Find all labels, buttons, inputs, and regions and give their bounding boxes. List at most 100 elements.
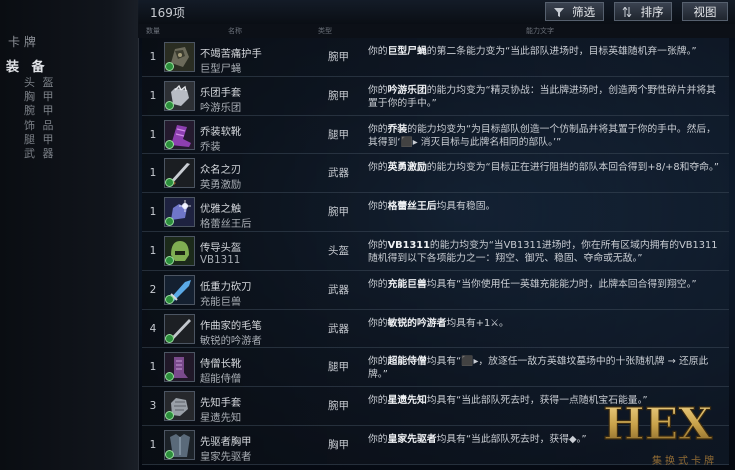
sort-icon <box>622 6 635 19</box>
sidebar-item-helmet[interactable]: 头 盔 <box>24 76 56 90</box>
sidebar-item-trinket[interactable]: 饰 品 <box>24 119 56 133</box>
hex-logo: HEX <box>597 393 721 453</box>
gem-socket-icon <box>165 449 174 459</box>
item-target-card: 巨型尸蝇 <box>200 63 242 75</box>
list-item[interactable]: 1 乔装软靴 乔装 腿甲 你的乔装的能力均变为“为目标部队创造一个仿制品并将其置于你的手… <box>142 115 729 155</box>
desc-text: 均具有“当你使用任一英雄充能能力时，此牌本回合得到翔空。” <box>426 278 697 290</box>
view-label: 视图 <box>693 5 717 19</box>
desc-card-name: VB1311 <box>387 239 430 251</box>
column-header: 数量 名称 类型 能力文字 <box>138 24 735 38</box>
list-item[interactable]: 4 作曲家的毛笔 敏锐的吟游者 武器 你的敏锐的吟游者均具有+1⚔。 <box>142 309 729 349</box>
item-quantity: 4 <box>149 322 157 335</box>
item-name: 乐团手套 <box>200 86 242 99</box>
desc-card-name: 星遗先知 <box>387 395 427 407</box>
brush-icon[interactable] <box>164 313 195 344</box>
item-quantity: 2 <box>149 283 157 296</box>
item-name: 先驱者胸甲 <box>200 435 252 448</box>
desc-text: 的能力均变为“目标正在进行阻挡的部队本回合得到+8/+8和夺命。” <box>426 162 719 174</box>
item-target-card: 乔装 <box>200 140 221 153</box>
item-description: 你的格蕾丝王后均具有稳固。 <box>368 200 720 213</box>
desc-prefix: 你的 <box>368 162 388 174</box>
sidebar: 卡 牌 装 备 头 盔 胸 甲 腕 甲 饰 品 腿 甲 武 器 <box>0 0 139 470</box>
column-slot[interactable]: 类型 <box>318 26 332 36</box>
logo-text: HEX <box>603 399 713 450</box>
item-target-card: 超能侍僧 <box>200 373 242 386</box>
item-quantity: 1 <box>149 89 157 102</box>
column-desc[interactable]: 能力文字 <box>526 26 554 36</box>
gem-socket-icon <box>165 100 174 110</box>
desc-card-name: 吟游乐团 <box>387 84 427 96</box>
item-name: 侍僧长靴 <box>200 358 242 371</box>
gem-socket-icon <box>165 333 174 343</box>
desc-card-name: 巨型尸蝇 <box>387 46 427 57</box>
sidebar-item-chest[interactable]: 胸 甲 <box>24 90 56 104</box>
sidebar-item-legs[interactable]: 腿 甲 <box>24 133 56 147</box>
item-target-card: 格蕾丝王后 <box>200 218 252 231</box>
boots-icon[interactable] <box>164 119 195 150</box>
sidebar-category-list: 头 盔 胸 甲 腕 甲 饰 品 腿 甲 武 器 <box>24 76 56 161</box>
desc-prefix: 你的 <box>368 46 388 57</box>
chestplate-icon[interactable] <box>164 429 195 460</box>
result-count: 169项 <box>150 6 185 20</box>
item-target-card: 敏锐的吟游者 <box>200 334 262 347</box>
desc-prefix: 你的 <box>368 317 388 329</box>
desc-text: 的能力均变为“为目标部队创造一个仿制品并将其置于你的手中。然后，其得到‘⬛▸ 消… <box>368 123 716 148</box>
gem-socket-icon <box>165 62 174 71</box>
item-description: 你的VB1311的能力均变为“当VB1311进场时，你在所有区域内拥有的VB13… <box>368 239 720 265</box>
desc-prefix: 你的 <box>368 84 388 96</box>
item-name: 乔装软靴 <box>200 125 242 138</box>
sidebar-item-wrist[interactable]: 腕 甲 <box>24 104 56 118</box>
list-item[interactable]: 1 传导头盔 VB1311 头盔 你的VB1311的能力均变为“当VB1311进场时，你… <box>142 231 729 271</box>
list-item[interactable]: 1 优雅之触 格蕾丝王后 腕甲 你的格蕾丝王后均具有稳固。 <box>142 193 729 232</box>
sidebar-item-weapon[interactable]: 武 器 <box>24 147 56 161</box>
item-target-card: 皇家先驱者 <box>200 450 252 463</box>
greaves-icon[interactable] <box>164 352 195 383</box>
column-name[interactable]: 名称 <box>228 26 242 36</box>
item-name: 优雅之触 <box>200 203 242 216</box>
gem-socket-icon <box>165 255 174 265</box>
item-target-card: 英勇激励 <box>200 179 242 192</box>
filter-button[interactable]: 筛选 <box>545 2 604 21</box>
item-quantity: 1 <box>149 51 157 63</box>
sword-icon[interactable] <box>164 158 195 189</box>
list-item[interactable]: 2 低重力砍刀 充能巨兽 武器 你的充能巨兽均具有“当你使用任一英雄充能能力时，此牌本回… <box>142 270 729 310</box>
gauntlet-icon[interactable] <box>164 42 195 72</box>
sidebar-title[interactable]: 卡 牌 <box>8 33 36 50</box>
item-quantity: 1 <box>149 128 157 141</box>
blade-icon[interactable] <box>164 274 195 305</box>
sort-label: 排序 <box>640 5 664 19</box>
item-name: 传导头盔 <box>200 241 242 254</box>
list-item[interactable]: 1 众名之刃 英勇激励 武器 你的英勇激励的能力均变为“目标正在进行阻挡的部队本回合得到… <box>142 154 729 194</box>
sort-button[interactable]: 排序 <box>614 2 672 21</box>
list-item[interactable]: 1 乐团手套 吟游乐团 腕甲 你的吟游乐团的能力均变为“精灵协战：当此牌进场时，创造两个… <box>142 76 729 116</box>
desc-prefix: 你的 <box>368 356 388 368</box>
sidebar-section-equipment[interactable]: 装 备 <box>6 56 49 75</box>
item-name: 不竭苦痛护手 <box>200 48 262 60</box>
desc-card-name: 皇家先驱者 <box>387 433 437 445</box>
gem-socket-icon <box>165 139 174 149</box>
filter-label: 筛选 <box>572 5 596 19</box>
desc-card-name: 敏锐的吟游者 <box>387 317 447 329</box>
funnel-icon <box>553 8 567 19</box>
sparkle-glove-icon[interactable] <box>164 197 195 228</box>
desc-card-name: 格蕾丝王后 <box>387 201 437 213</box>
item-name: 低重力砍刀 <box>200 280 252 293</box>
glove-icon[interactable] <box>164 80 195 111</box>
desc-prefix: 你的 <box>368 201 388 213</box>
list-item[interactable]: 1 不竭苦痛护手 巨型尸蝇 腕甲 你的巨型尸蝇的第二条能力变为“当此部队进场时，目标英雄… <box>142 38 729 77</box>
item-description: 你的吟游乐团的能力均变为“精灵协战：当此牌进场时，创造两个野性碎片并将其置于你的… <box>368 84 720 110</box>
item-quantity: 1 <box>149 244 157 257</box>
desc-text: 的第二条能力变为“当此部队进场时，目标英雄随机弃一张牌。” <box>426 46 697 57</box>
desc-card-name: 超能侍僧 <box>387 356 427 368</box>
desc-text: 均具有“当此部队死去时，获得◆。” <box>436 433 587 445</box>
desc-card-name: 乔装 <box>387 123 408 135</box>
list-item[interactable]: 1 侍僧长靴 超能侍僧 腿甲 你的超能侍僧均具有“⬛▸，放逐任一敌方英雄坟墓场中的十张随… <box>142 348 729 388</box>
item-description: 你的巨型尸蝇的第二条能力变为“当此部队进场时，目标英雄随机弃一张牌。” <box>368 45 720 58</box>
view-button[interactable]: 视图 <box>682 2 728 21</box>
armored-glove-icon[interactable] <box>164 391 195 422</box>
item-description: 你的英勇激励的能力均变为“目标正在进行阻挡的部队本回合得到+8/+8和夺命。” <box>368 161 720 174</box>
item-quantity: 3 <box>149 400 157 413</box>
item-target-card: 充能巨兽 <box>200 295 242 308</box>
column-qty[interactable]: 数量 <box>146 26 160 36</box>
helmet-icon[interactable] <box>164 235 195 266</box>
